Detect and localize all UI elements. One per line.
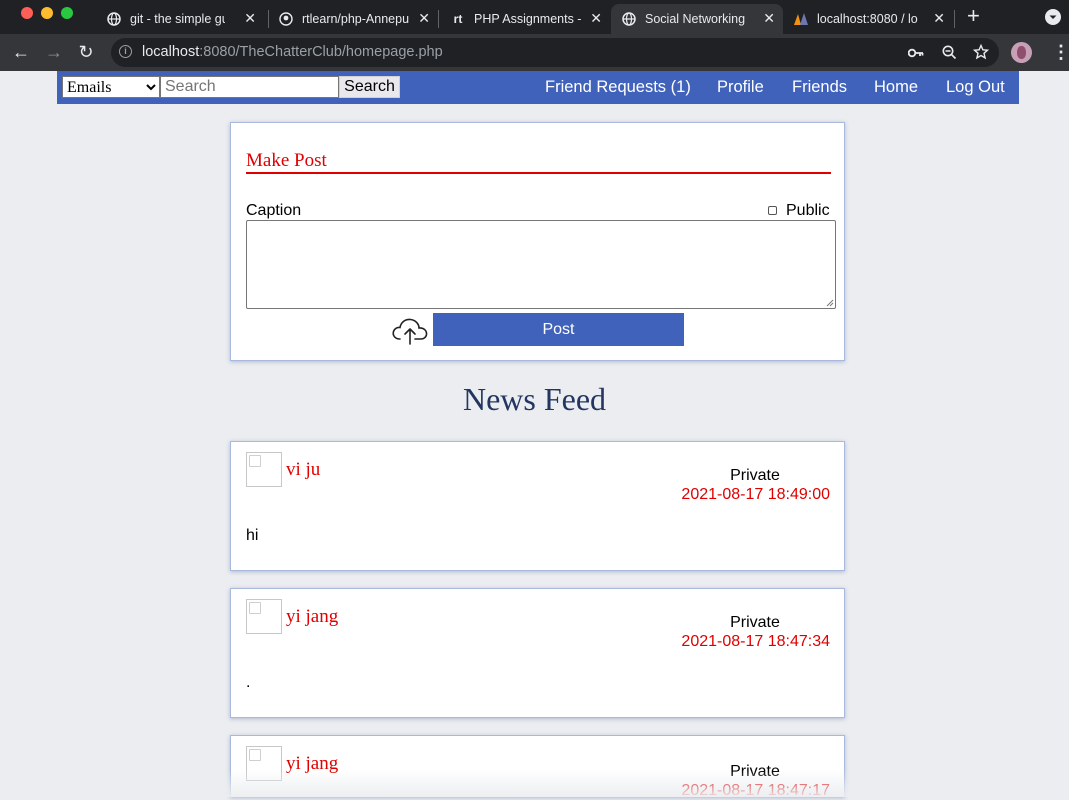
close-icon[interactable]: ✕ xyxy=(244,10,256,27)
reload-button[interactable]: ↻ xyxy=(75,42,97,62)
nav-link-log-out[interactable]: Log Out xyxy=(946,78,1005,97)
post-timestamp: 2021-08-17 18:47:17 xyxy=(681,782,830,799)
caption-label: Caption xyxy=(246,202,302,219)
browser-tab-strip: git - the simple guide ✕ rtlearn/php-Ann… xyxy=(0,0,1069,34)
window-zoom-button[interactable] xyxy=(61,7,73,19)
bookmark-star-icon[interactable] xyxy=(973,44,989,60)
close-icon[interactable]: ✕ xyxy=(590,10,602,27)
public-label: Public xyxy=(786,202,830,219)
resize-grip-icon[interactable] xyxy=(826,299,834,307)
post-card: yi jang Private 2021-08-17 18:47:34 . xyxy=(230,588,845,718)
post-author[interactable]: yi jang xyxy=(286,606,338,628)
post-timestamp: 2021-08-17 18:49:00 xyxy=(681,486,830,503)
tab-search-button[interactable] xyxy=(1045,9,1061,25)
post-privacy: Private xyxy=(730,614,780,631)
url-path: :8080/TheChatterClub/homepage.php xyxy=(199,44,443,60)
search-input[interactable] xyxy=(160,76,339,98)
close-icon[interactable]: ✕ xyxy=(933,10,945,27)
nav-link-profile[interactable]: Profile xyxy=(717,78,764,97)
profile-avatar[interactable] xyxy=(1011,42,1032,63)
browser-tab[interactable]: rt PHP Assignments - ✕ xyxy=(440,4,610,34)
search-button[interactable]: Search xyxy=(339,76,400,98)
address-bar[interactable]: i localhost:8080/TheChatterClub/homepage… xyxy=(111,38,999,67)
globe-icon xyxy=(621,11,637,27)
nav-link-friends[interactable]: Friends xyxy=(792,78,847,97)
tab-title: localhost:8080 / lo xyxy=(817,12,918,26)
post-body: . xyxy=(246,674,251,691)
post-author[interactable]: yi jang xyxy=(286,753,338,775)
cloud-upload-icon[interactable] xyxy=(391,314,429,346)
site-navbar: Emails Search Friend Requests (1) Profil… xyxy=(57,71,1019,104)
nav-link-home[interactable]: Home xyxy=(874,78,918,97)
post-privacy: Private xyxy=(730,763,780,780)
author-avatar[interactable] xyxy=(246,452,282,487)
post-card: vi ju Private 2021-08-17 18:49:00 hi xyxy=(230,441,845,571)
title-underline xyxy=(246,172,831,174)
back-button[interactable]: ← xyxy=(10,42,32,62)
close-icon[interactable]: ✕ xyxy=(418,10,430,27)
post-body: hi xyxy=(246,527,259,544)
tab-title: PHP Assignments - xyxy=(474,12,582,26)
reload-icon: ↻ xyxy=(78,42,94,62)
kebab-menu-icon[interactable]: ⋮ xyxy=(1052,43,1069,61)
make-post-title: Make Post xyxy=(246,150,327,171)
post-timestamp: 2021-08-17 18:47:34 xyxy=(681,633,830,650)
tab-title: rtlearn/php-Annepu xyxy=(302,12,409,26)
phpmyadmin-icon xyxy=(793,11,809,27)
tab-title: Social Networking xyxy=(645,12,746,26)
author-avatar[interactable] xyxy=(246,599,282,634)
browser-tab[interactable]: rtlearn/php-Annepu ✕ xyxy=(268,4,438,34)
post-button[interactable]: Post xyxy=(433,313,684,346)
close-icon[interactable]: ✕ xyxy=(763,10,775,27)
news-feed-heading: News Feed xyxy=(462,381,607,417)
browser-toolbar: ← → ↻ i localhost:8080/TheChatterClub/ho… xyxy=(0,34,1069,71)
tab-title: git - the simple guide xyxy=(130,12,225,26)
window-close-button[interactable] xyxy=(21,7,33,19)
browser-tab[interactable]: localhost:8080 / lo ✕ xyxy=(783,4,953,34)
rt-icon: rt xyxy=(453,12,463,26)
nav-link-friend-requests[interactable]: Friend Requests (1) xyxy=(545,78,691,97)
info-icon[interactable]: i xyxy=(119,45,132,58)
browser-tab-active[interactable]: Social Networking ✕ xyxy=(611,4,783,34)
url-host: localhost xyxy=(142,44,200,60)
caption-textarea[interactable] xyxy=(246,220,836,309)
avatar-figure xyxy=(1017,46,1026,59)
chevron-down-icon xyxy=(1049,15,1057,19)
make-post-card: Make Post Caption Public Post xyxy=(230,122,845,361)
arrow-right-icon: → xyxy=(45,42,63,62)
post-privacy: Private xyxy=(730,467,780,484)
author-avatar[interactable] xyxy=(246,746,282,781)
public-checkbox[interactable] xyxy=(768,206,777,215)
forward-button[interactable]: → xyxy=(43,42,65,62)
globe-icon xyxy=(106,11,122,27)
github-icon xyxy=(278,11,294,27)
key-icon[interactable] xyxy=(908,47,924,59)
browser-tab[interactable]: git - the simple guide ✕ xyxy=(96,4,264,34)
new-tab-button[interactable]: + xyxy=(967,5,980,27)
search-type-select[interactable]: Emails xyxy=(62,76,160,98)
window-minimize-button[interactable] xyxy=(41,7,53,19)
post-author[interactable]: vi ju xyxy=(286,459,320,481)
post-card: yi jang Private 2021-08-17 18:47:17 xyxy=(230,735,845,799)
zoom-out-icon[interactable] xyxy=(942,45,957,60)
arrow-left-icon: ← xyxy=(12,42,30,62)
url-text[interactable]: localhost:8080/TheChatterClub/homepage.p… xyxy=(142,44,443,60)
